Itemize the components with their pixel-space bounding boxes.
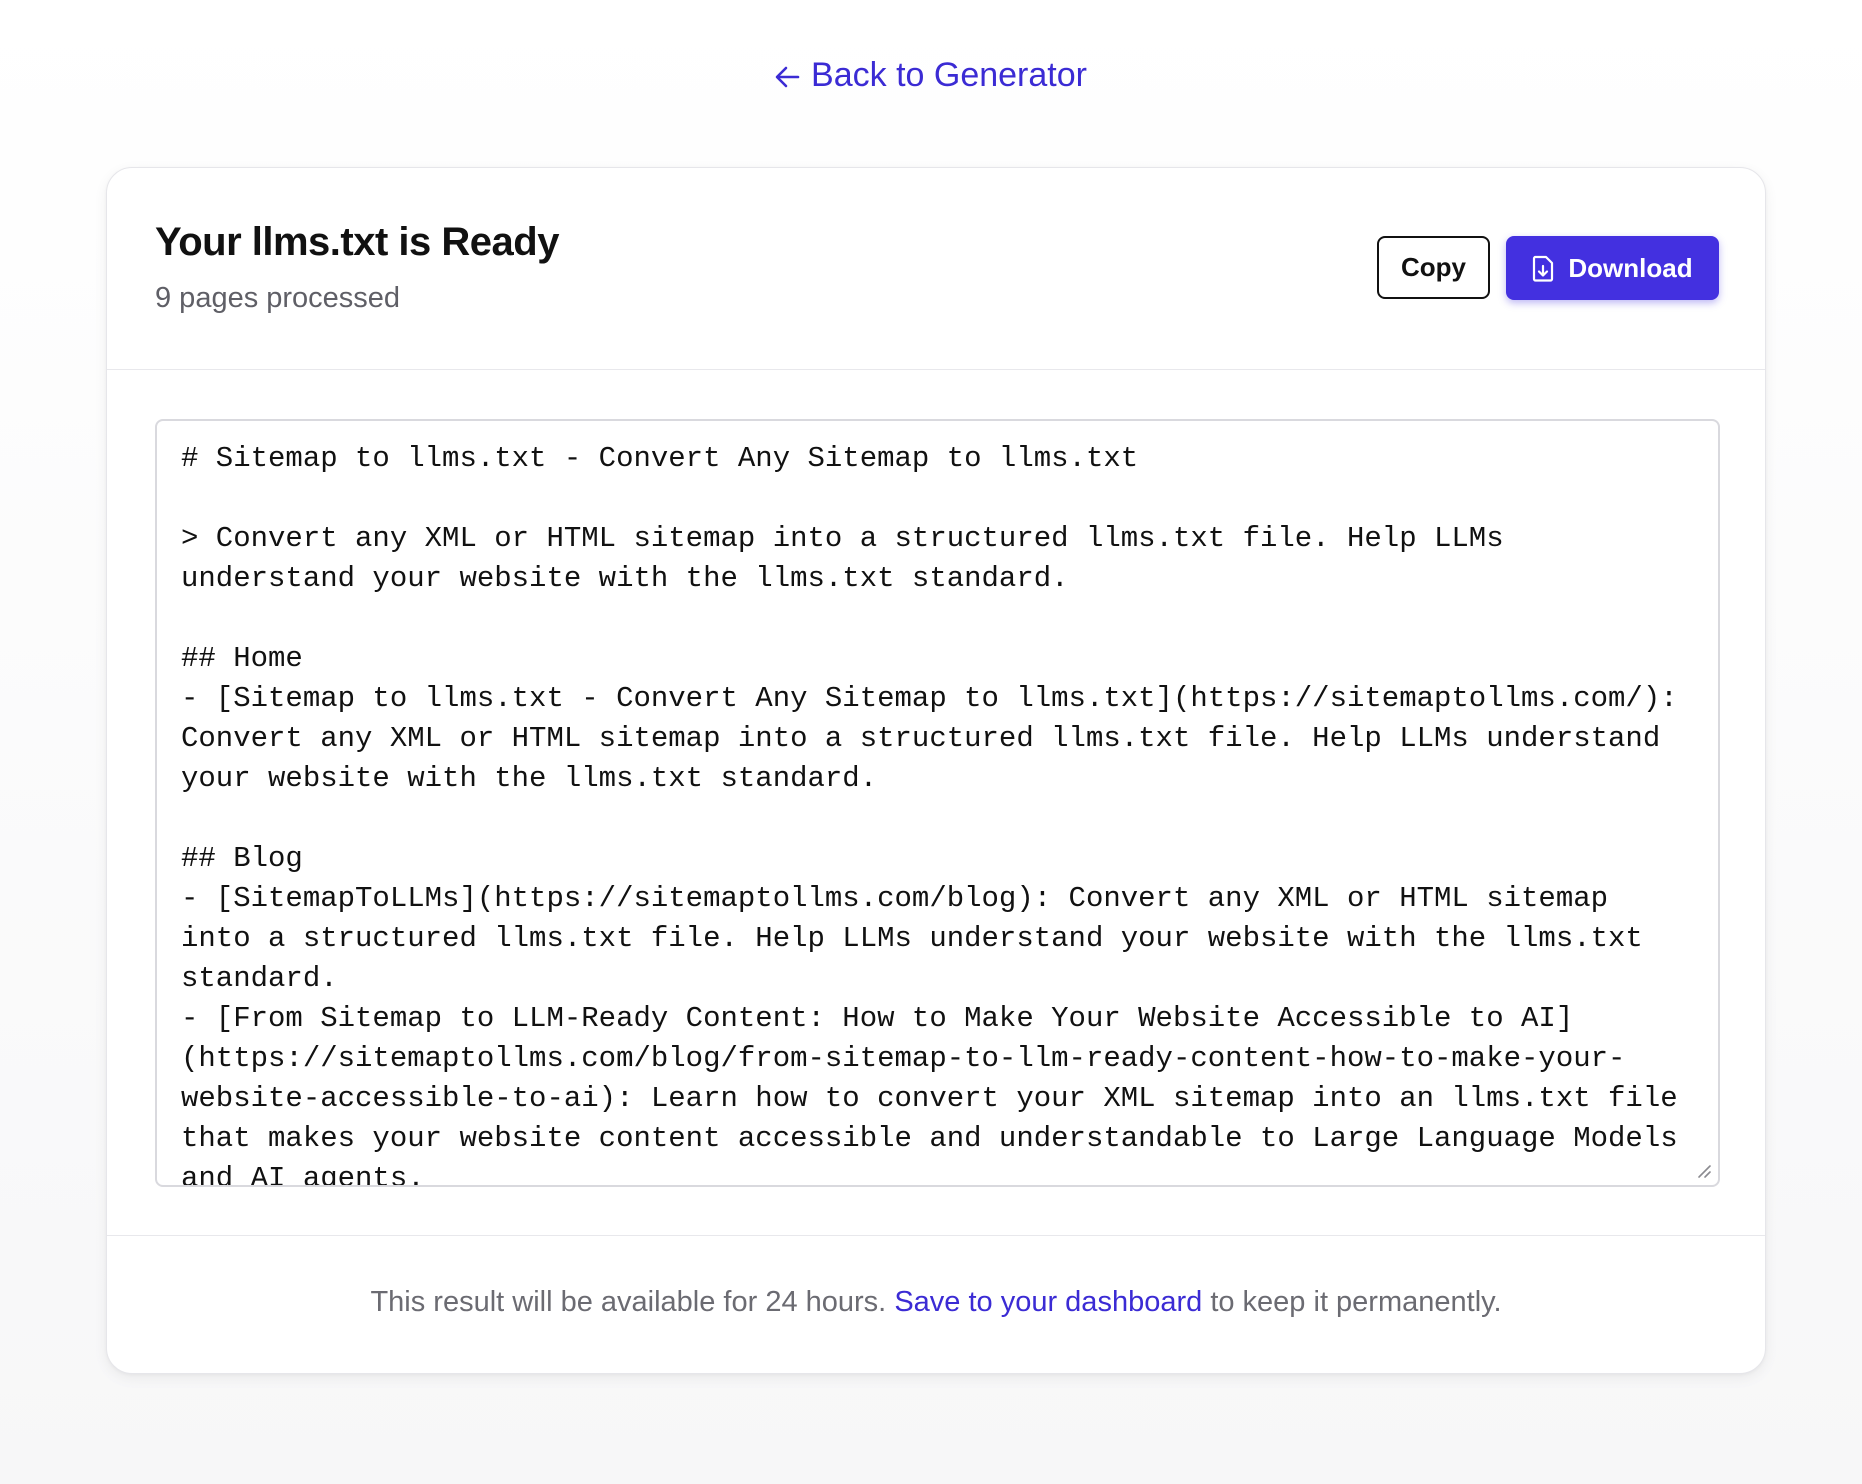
pages-processed-text: 9 pages processed (155, 282, 401, 314)
save-to-dashboard-link[interactable]: Save to your dashboard (894, 1286, 1202, 1318)
download-button[interactable]: Download (1506, 236, 1719, 300)
back-to-generator-link[interactable]: Back to Generator (0, 56, 1862, 98)
resize-handle-icon[interactable] (1694, 1161, 1712, 1179)
file-download-icon (1532, 255, 1554, 282)
card-header: Your llms.txt is Ready 9 pages processed… (107, 168, 1765, 370)
result-card: Your llms.txt is Ready 9 pages processed… (106, 167, 1766, 1374)
copy-button[interactable]: Copy (1377, 236, 1490, 299)
output-textarea-container: # Sitemap to llms.txt - Convert Any Site… (155, 419, 1720, 1187)
download-button-label: Download (1568, 252, 1693, 283)
page-title: Your llms.txt is Ready (155, 220, 559, 264)
footer-text-before: This result will be available for 24 hou… (370, 1286, 887, 1318)
back-link-label: Back to Generator (811, 56, 1087, 94)
footer-text-after: to keep it permanently. (1210, 1286, 1502, 1318)
arrow-left-icon (775, 59, 801, 98)
llms-txt-output[interactable]: # Sitemap to llms.txt - Convert Any Site… (157, 421, 1718, 1185)
card-footer: This result will be available for 24 hou… (107, 1235, 1765, 1373)
